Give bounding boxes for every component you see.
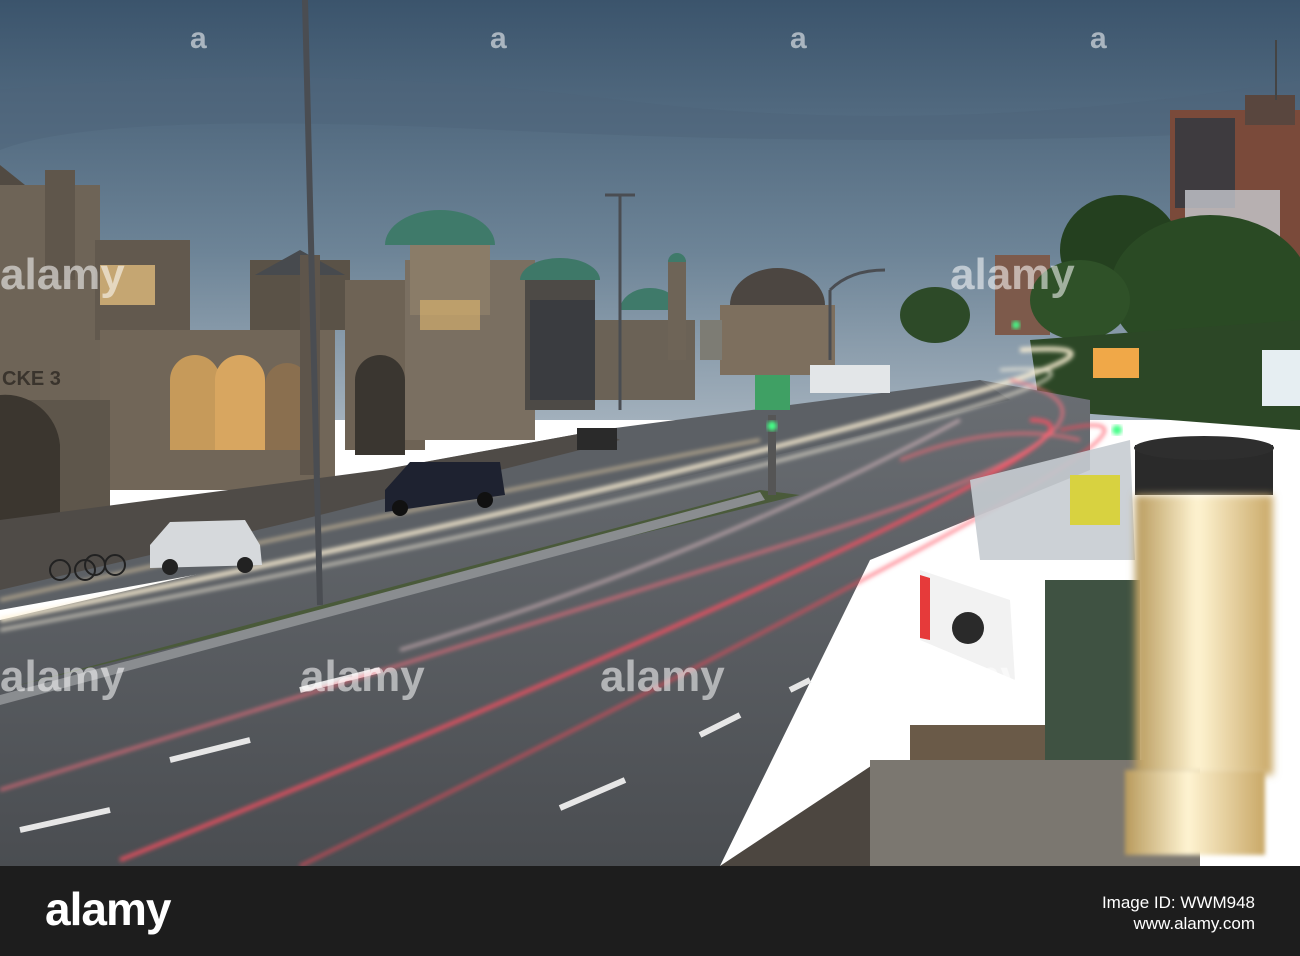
billboard-orange: [1093, 348, 1139, 378]
image-info: Image ID: WWM948 www.alamy.com: [1102, 892, 1255, 934]
footer-bar: alamy Image ID: WWM948 www.alamy.com: [0, 866, 1300, 956]
alamy-logo[interactable]: alamy: [45, 882, 171, 936]
building-sign: CKE 3: [2, 368, 61, 390]
image-id: Image ID: WWM948: [1101, 893, 1255, 912]
site-url[interactable]: www.alamy.com: [1102, 913, 1255, 934]
advertising-pillar: [1125, 436, 1274, 855]
street-photo: CKE 3 a a a a alamy alamy alamy alamy al…: [0, 0, 1300, 866]
billboard-right: [1262, 350, 1300, 406]
